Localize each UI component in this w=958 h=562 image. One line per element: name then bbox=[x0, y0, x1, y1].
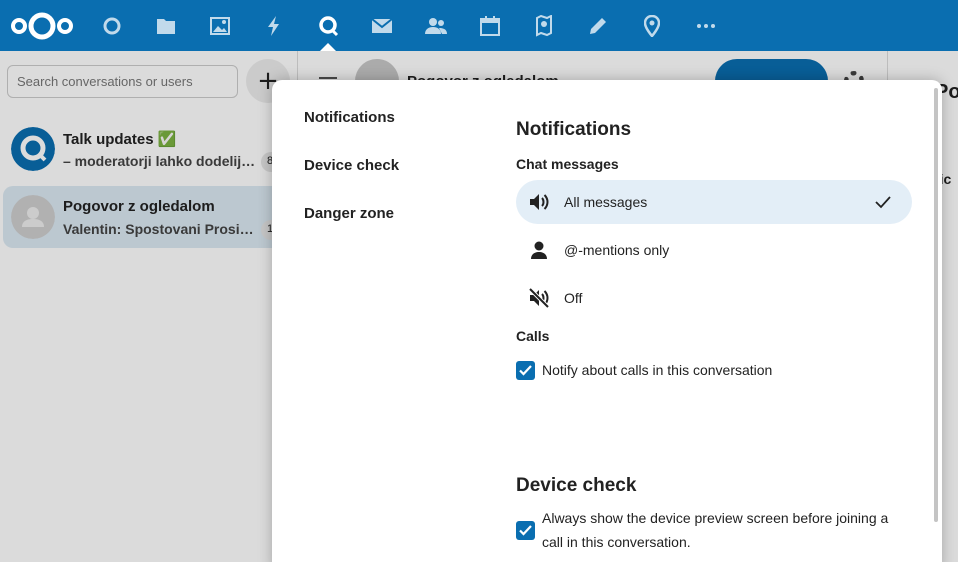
conversation-settings-modal: Notifications Device check Danger zone N… bbox=[272, 80, 942, 562]
option-label: Off bbox=[564, 290, 583, 306]
checkbox-check-icon bbox=[519, 525, 532, 536]
activity-icon[interactable] bbox=[262, 14, 286, 38]
device-check-label-line1[interactable]: Always show the device preview screen be… bbox=[542, 506, 888, 530]
nav-danger-zone[interactable]: Danger zone bbox=[304, 205, 394, 222]
location-icon[interactable] bbox=[640, 14, 664, 38]
calls-checkbox[interactable] bbox=[516, 361, 535, 380]
mail-icon[interactable] bbox=[370, 14, 394, 38]
option-off[interactable]: Off bbox=[516, 276, 912, 320]
contacts-icon[interactable] bbox=[424, 14, 448, 38]
scrollbar[interactable] bbox=[934, 88, 938, 522]
files-icon[interactable] bbox=[154, 14, 178, 38]
notifications-title: Notifications bbox=[516, 119, 632, 140]
device-check-title: Device check bbox=[516, 475, 637, 496]
nav-notifications[interactable]: Notifications bbox=[304, 109, 395, 126]
checkbox-check-icon bbox=[519, 365, 532, 376]
calendar-icon[interactable] bbox=[478, 14, 502, 38]
volume-off-icon bbox=[528, 287, 550, 309]
nextcloud-logo[interactable] bbox=[10, 10, 74, 42]
notes-icon[interactable] bbox=[586, 14, 610, 38]
talk-icon[interactable] bbox=[316, 14, 340, 38]
volume-high-icon bbox=[530, 194, 549, 210]
photos-icon[interactable] bbox=[208, 14, 232, 38]
account-icon bbox=[531, 241, 547, 259]
device-check-checkbox[interactable] bbox=[516, 521, 535, 540]
active-app-marker bbox=[320, 43, 336, 51]
option-label: All messages bbox=[564, 194, 648, 210]
option-label: @-mentions only bbox=[564, 242, 670, 258]
dashboard-icon[interactable] bbox=[100, 14, 124, 38]
chat-messages-label: Chat messages bbox=[516, 156, 619, 172]
device-check-label-line2[interactable]: call in this conversation. bbox=[542, 530, 691, 554]
option-mentions-only[interactable]: @-mentions only bbox=[516, 228, 912, 272]
checkmark-icon bbox=[875, 196, 891, 209]
calls-checkbox-label[interactable]: Notify about calls in this conversation bbox=[542, 358, 772, 382]
maps-icon[interactable] bbox=[532, 14, 556, 38]
top-bar bbox=[0, 0, 958, 51]
option-all-messages[interactable]: All messages bbox=[516, 180, 912, 224]
more-apps-icon[interactable] bbox=[694, 14, 718, 38]
nav-device-check[interactable]: Device check bbox=[304, 157, 399, 174]
calls-label: Calls bbox=[516, 328, 550, 344]
